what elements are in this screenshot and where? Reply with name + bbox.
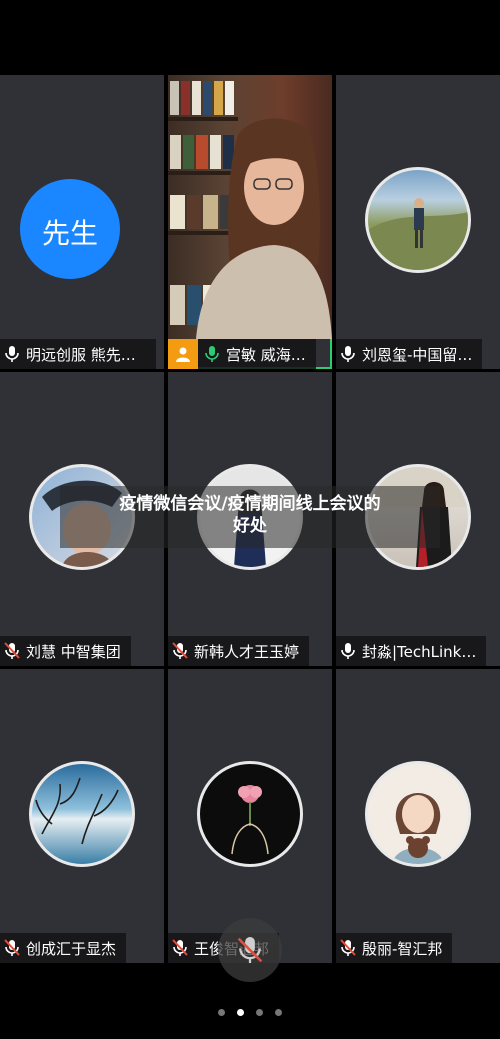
page-dot-active[interactable] (237, 1009, 244, 1016)
participant-name: 创成汇于显杰 (26, 939, 117, 958)
title-line-2: 好处 (233, 516, 267, 536)
microphone-muted-icon (340, 939, 356, 956)
participant-tile[interactable]: 殷丽-智汇邦 (336, 669, 500, 963)
participant-name-tag: 明远创服 熊先生… (0, 339, 156, 369)
participant-name-tag: 刘慧 中智集团 (0, 636, 131, 666)
participant-name: 刘慧 中智集团 (26, 642, 121, 661)
participant-name: 明远创服 熊先生… (26, 345, 146, 364)
participant-name-tag: 封淼|TechLink… (336, 636, 487, 666)
participant-name-tag: 刘恩玺-中国留… (336, 339, 483, 369)
participant-name-tag: 宫敏 威海… (168, 339, 316, 369)
microphone-active-icon (205, 346, 219, 362)
microphone-icon (341, 643, 355, 659)
host-badge-icon (168, 339, 198, 369)
participant-name: 封淼|TechLink… (362, 642, 477, 661)
avatar (365, 761, 471, 867)
page-indicator[interactable] (0, 1009, 500, 1016)
microphone-muted-icon (4, 642, 20, 659)
avatar (365, 167, 471, 273)
participant-tile-active-speaker[interactable]: 宫敏 威海… (168, 75, 332, 369)
avatar (29, 761, 135, 867)
participant-name-tag: 殷丽-智汇邦 (336, 933, 453, 963)
title-line-1: 疫情微信会议/疫情期间线上会议的 (119, 494, 381, 514)
participant-name: 刘恩玺-中国留… (362, 345, 473, 364)
microphone-muted-icon (172, 939, 188, 956)
participant-tile[interactable]: 先生 明远创服 熊先生… (0, 75, 164, 369)
avatar-initials: 先生 (41, 217, 98, 250)
floating-mute-button[interactable] (218, 918, 282, 982)
page-dot[interactable] (275, 1009, 282, 1016)
video-feed (168, 75, 332, 339)
top-bar (0, 0, 500, 75)
microphone-icon (5, 346, 19, 362)
participant-name-tag: 新韩人才王玉婷 (168, 636, 310, 666)
microphone-icon (341, 346, 355, 362)
speaker-figure (196, 118, 332, 339)
participant-name: 新韩人才王玉婷 (194, 642, 300, 661)
microphone-muted-icon (172, 642, 188, 659)
participant-tile[interactable]: 刘恩玺-中国留… (336, 75, 500, 369)
article-title-overlay: 疫情微信会议/疫情期间线上会议的 好处 (60, 486, 440, 548)
participant-name: 宫敏 威海… (226, 345, 306, 364)
participant-tile[interactable]: 创成汇于显杰 (0, 669, 164, 963)
participant-name-tag: 创成汇于显杰 (0, 933, 127, 963)
page-dot[interactable] (256, 1009, 263, 1016)
microphone-muted-icon (237, 937, 263, 963)
avatar (197, 761, 303, 867)
avatar: 先生 (20, 179, 120, 279)
participant-name: 殷丽-智汇邦 (362, 939, 443, 958)
page-dot[interactable] (218, 1009, 225, 1016)
microphone-muted-icon (4, 939, 20, 956)
